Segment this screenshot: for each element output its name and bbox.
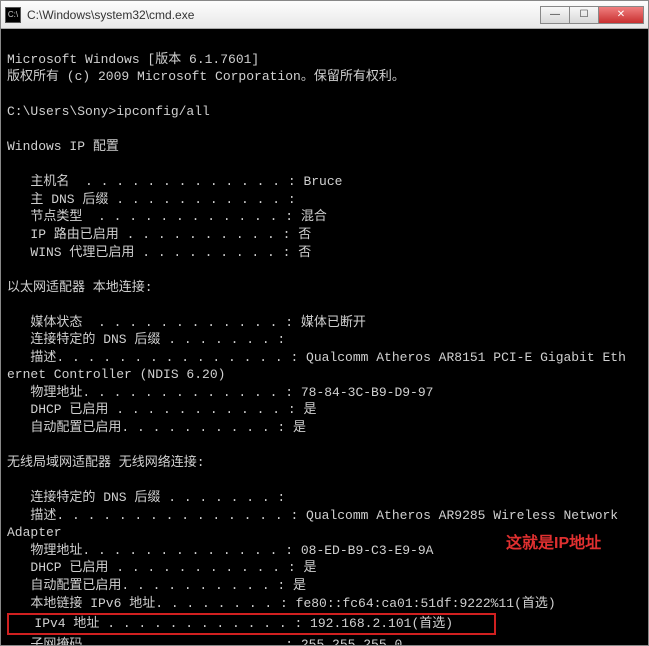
wlan-ipv6-value: fe80::fc64:ca01:51df:9222%11(首选) [296,596,556,611]
eth-desc-row: 描述. . . . . . . . . . . . . . . : Qualco… [7,350,626,365]
hostname-row: 主机名 . . . . . . . . . . . . . : Bruce [7,174,342,189]
cmd-window: C:\ C:\Windows\system32\cmd.exe — ☐ ✕ Mi… [0,0,649,646]
wlan-phys-row: 物理地址. . . . . . . . . . . . . : 08-ED-B9… [7,543,433,558]
wlan-conn-dns-row: 连接特定的 DNS 后缀 . . . . . . . : [7,490,285,505]
wlan-autoconf-value: 是 [293,578,306,593]
ip-annotation: 这就是IP地址 [506,533,601,555]
eth-desc-value: Qualcomm Atheros AR8151 PCI-E Gigabit Et… [306,350,626,365]
eth-phys-value: 78-84-3C-B9-D9-97 [301,385,434,400]
prompt-path: C:\Users\Sony> [7,104,116,119]
eth-autoconf-value: 是 [293,420,306,435]
wlan-dhcp-value: 是 [303,560,316,575]
wins-proxy-row: WINS 代理已启用 . . . . . . . . . : 否 [7,245,311,260]
eth-dhcp-value: 是 [303,402,316,417]
wlan-ipv4-value: 192.168.2.101(首选) [310,616,453,631]
node-type-row: 节点类型 . . . . . . . . . . . . : 混合 [7,209,327,224]
wlan-desc-row: 描述. . . . . . . . . . . . . . . : Qualco… [7,508,618,523]
eth-adapter-title: 以太网适配器 本地连接: [7,280,153,295]
window-controls: — ☐ ✕ [541,6,644,24]
eth-conn-dns-row: 连接特定的 DNS 后缀 . . . . . . . : [7,332,285,347]
wlan-desc-value: Qualcomm Atheros AR9285 Wireless Network [306,508,618,523]
ip-routing-row: IP 路由已启用 . . . . . . . . . . : 否 [7,227,311,242]
copyright-line: 版权所有 (c) 2009 Microsoft Corporation。保留所有… [7,69,405,84]
wlan-phys-value: 08-ED-B9-C3-E9-9A [301,543,434,558]
eth-media-row: 媒体状态 . . . . . . . . . . . . : 媒体已断开 [7,315,366,330]
version-line: Microsoft Windows [版本 6.1.7601] [7,52,259,67]
wlan-autoconf-row: 自动配置已启用. . . . . . . . . . : 是 [7,578,306,593]
terminal-output[interactable]: Microsoft Windows [版本 6.1.7601] 版权所有 (c)… [1,29,648,645]
hostname-value: Bruce [303,174,342,189]
wlan-subnet-value: 255.255.255.0 [301,637,402,645]
wlan-adapter-title: 无线局域网适配器 无线网络连接: [7,455,205,470]
wlan-ipv6-row: 本地链接 IPv6 地址. . . . . . . . : fe80::fc64… [7,596,556,611]
close-button[interactable]: ✕ [598,6,644,24]
command-text: ipconfig/all [116,104,210,119]
wins-proxy-value: 否 [298,245,311,260]
app-icon: C:\ [5,7,21,23]
eth-autoconf-row: 自动配置已启用. . . . . . . . . . : 是 [7,420,306,435]
eth-media-value: 媒体已断开 [301,315,366,330]
dns-suffix-row: 主 DNS 后缀 . . . . . . . . . . . : [7,192,296,207]
eth-phys-row: 物理地址. . . . . . . . . . . . . : 78-84-3C… [7,385,433,400]
wlan-dhcp-row: DHCP 已启用 . . . . . . . . . . . : 是 [7,560,316,575]
maximize-button[interactable]: ☐ [569,6,599,24]
ipv4-highlight-box: IPv4 地址 . . . . . . . . . . . . : 192.16… [7,613,496,635]
ip-routing-value: 否 [298,227,311,242]
window-title: C:\Windows\system32\cmd.exe [27,8,541,22]
eth-desc-row2: ernet Controller (NDIS 6.20) [7,367,225,382]
minimize-button[interactable]: — [540,6,570,24]
ipconfig-title: Windows IP 配置 [7,139,119,154]
wlan-subnet-row: 子网掩码 . . . . . . . . . . . . : 255.255.2… [7,637,402,645]
titlebar[interactable]: C:\ C:\Windows\system32\cmd.exe — ☐ ✕ [1,1,648,29]
eth-dhcp-row: DHCP 已启用 . . . . . . . . . . . : 是 [7,402,316,417]
node-type-value: 混合 [301,209,327,224]
prompt-line: C:\Users\Sony>ipconfig/all [7,104,210,119]
wlan-desc-row2: Adapter [7,525,62,540]
